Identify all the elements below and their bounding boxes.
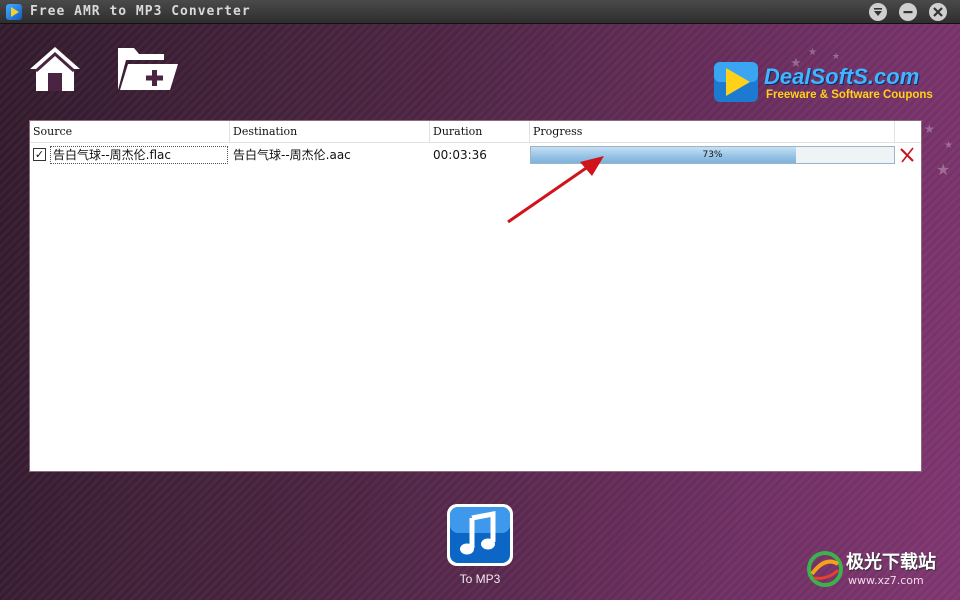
close-button[interactable] — [929, 3, 947, 21]
destination-file-name: 告白气球--周杰伦.aac — [233, 148, 351, 162]
star-decoration: ★ — [790, 56, 802, 71]
star-decoration: ★ — [936, 160, 951, 179]
brand-tagline: Freeware & Software Coupons — [766, 89, 933, 101]
watermark: 极光下载站 www.xz7.com — [806, 546, 954, 590]
annotation-arrow — [507, 156, 604, 224]
to-mp3-button[interactable] — [445, 502, 515, 568]
watermark-logo-icon — [807, 551, 843, 587]
watermark-url: www.xz7.com — [848, 574, 924, 587]
minimize-button[interactable] — [899, 3, 917, 21]
watermark-text: 极光下载站 — [846, 552, 936, 573]
home-icon — [30, 47, 80, 91]
brand-name: DealSoftS.com — [764, 64, 920, 89]
minimize-icon — [903, 11, 913, 14]
duration-value: 00:03:36 — [433, 148, 487, 162]
window-title: Free AMR to MP3 Converter — [30, 4, 251, 19]
dropdown-icon — [874, 8, 882, 16]
dropdown-button[interactable] — [869, 3, 887, 21]
table-row[interactable]: ✓ 告白气球--周杰伦.flac 告白气球--周杰伦.aac 00:03:36 … — [30, 144, 921, 166]
star-decoration: ★ — [808, 47, 817, 58]
star-decoration: ★ — [924, 122, 935, 136]
app-window: Free AMR to MP3 Converter DealSoftS.com … — [0, 0, 960, 600]
star-decoration: ★ — [832, 52, 841, 62]
brand-logo[interactable]: DealSoftS.com Freeware & Software Coupon… — [712, 60, 942, 106]
source-file-name[interactable]: 告白气球--周杰伦.flac — [50, 146, 228, 164]
row-checkbox[interactable]: ✓ — [33, 148, 46, 161]
column-header-source[interactable]: Source — [30, 121, 230, 143]
dealsofts-logo-icon — [714, 62, 758, 102]
add-folder-button[interactable] — [114, 44, 180, 94]
delete-x-icon — [900, 147, 914, 163]
close-icon — [933, 7, 943, 17]
music-note-icon — [447, 504, 513, 566]
title-bar[interactable]: Free AMR to MP3 Converter — [0, 0, 960, 24]
column-header-progress[interactable]: Progress — [530, 121, 895, 143]
home-button[interactable] — [28, 45, 82, 95]
to-mp3-label: To MP3 — [459, 572, 501, 586]
app-icon — [6, 4, 22, 20]
column-header-destination[interactable]: Destination — [230, 121, 430, 143]
table-header: Source Destination Duration Progress — [30, 121, 921, 143]
add-folder-icon — [118, 48, 178, 90]
file-list-table[interactable]: Source Destination Duration Progress ✓ 告… — [29, 120, 922, 472]
remove-row-button[interactable] — [899, 147, 915, 163]
column-header-duration[interactable]: Duration — [430, 121, 530, 143]
star-decoration: ★ — [944, 140, 953, 151]
